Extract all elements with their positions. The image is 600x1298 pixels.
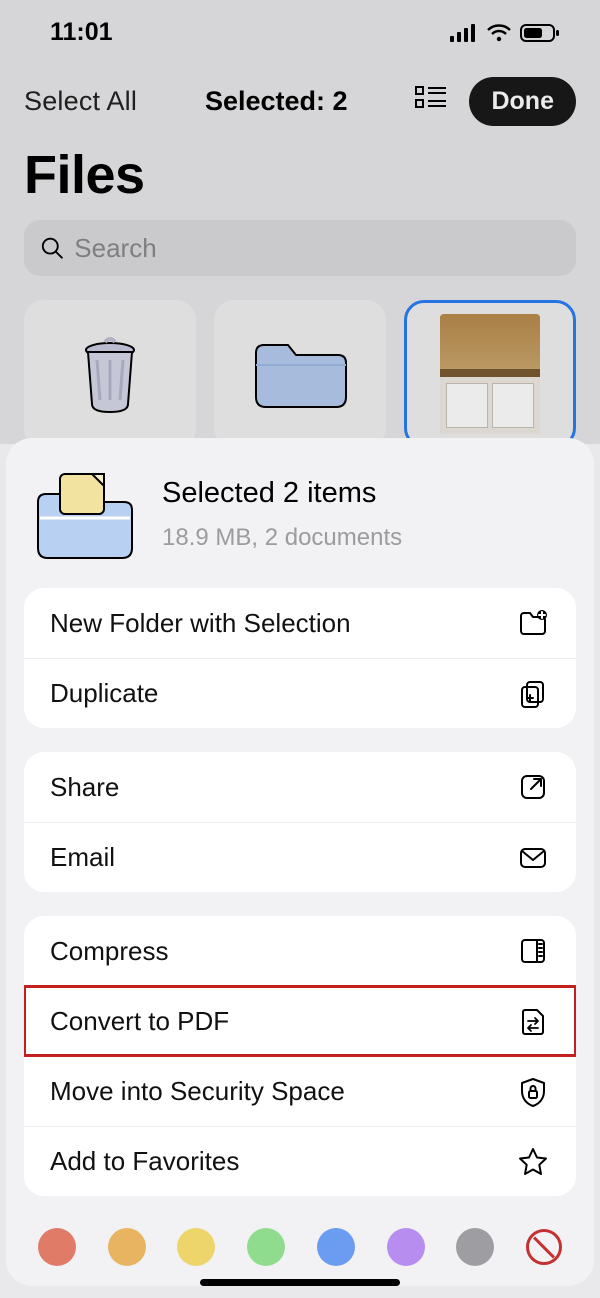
action-label: Convert to PDF [50,1006,516,1037]
home-indicator[interactable] [200,1279,400,1286]
sheet-subtitle: 18.9 MB, 2 documents [162,524,402,552]
sheet-title: Selected 2 items [162,477,402,510]
page-title: Files [0,136,600,220]
selection-thumbnail [34,468,134,560]
mail-icon [516,841,550,875]
status-bar: 11:01 [0,0,600,57]
folder-plus-icon [516,606,550,640]
tag-color-row [6,1220,594,1266]
battery-icon [520,23,560,43]
action-convert-to-pdf[interactable]: Convert to PDF [24,986,576,1056]
action-label: Compress [50,936,516,967]
shield-lock-icon [516,1075,550,1109]
folder-icon [250,335,350,413]
archive-icon [516,934,550,968]
action-group-3: Compress Convert to PDF Move into Security… [24,916,576,1196]
tag-none-icon[interactable] [526,1229,562,1265]
action-group-2: Share Email [24,752,576,892]
action-label: Duplicate [50,678,516,709]
status-icons [450,23,560,43]
tag-color[interactable] [247,1228,285,1266]
action-label: Email [50,842,516,873]
action-label: Move into Security Space [50,1076,516,1107]
search-input[interactable] [74,233,560,264]
search-icon [40,235,64,261]
image-thumbnail [440,314,540,434]
tag-color[interactable] [177,1228,215,1266]
search-field[interactable] [24,220,576,276]
action-label: Add to Favorites [50,1146,516,1177]
star-icon [516,1145,550,1179]
view-toggle-button[interactable] [415,85,447,118]
list-view-icon [415,85,447,111]
done-button[interactable]: Done [469,77,576,126]
action-new-folder-with-selection[interactable]: New Folder with Selection [24,588,576,658]
action-sheet: Selected 2 items 18.9 MB, 2 documents Ne… [6,438,594,1286]
tag-color[interactable] [38,1228,76,1266]
sheet-header: Selected 2 items 18.9 MB, 2 documents [6,438,594,588]
duplicate-icon [516,677,550,711]
status-time: 11:01 [50,18,113,47]
action-label: Share [50,772,516,803]
wifi-icon [486,23,512,43]
action-add-to-favorites[interactable]: Add to Favorites [24,1126,576,1196]
action-move-into-security-space[interactable]: Move into Security Space [24,1056,576,1126]
share-icon [516,770,550,804]
action-duplicate[interactable]: Duplicate [24,658,576,728]
nav-toolbar: Select All Selected: 2 Done [0,57,600,136]
file-tile-trash[interactable] [24,300,196,448]
action-share[interactable]: Share [24,752,576,822]
tag-color[interactable] [108,1228,146,1266]
action-group-1: New Folder with Selection Duplicate [24,588,576,728]
trash-icon [75,334,145,414]
action-email[interactable]: Email [24,822,576,892]
action-compress[interactable]: Compress [24,916,576,986]
tag-color[interactable] [387,1228,425,1266]
selection-count-label: Selected: 2 [205,86,348,117]
tag-color[interactable] [317,1228,355,1266]
action-label: New Folder with Selection [50,608,516,639]
select-all-button[interactable]: Select All [24,86,137,117]
file-tile-folder[interactable] [214,300,386,448]
convert-icon [516,1005,550,1039]
tag-color[interactable] [456,1228,494,1266]
cellular-icon [450,24,478,42]
file-tile-image[interactable] [404,300,576,448]
